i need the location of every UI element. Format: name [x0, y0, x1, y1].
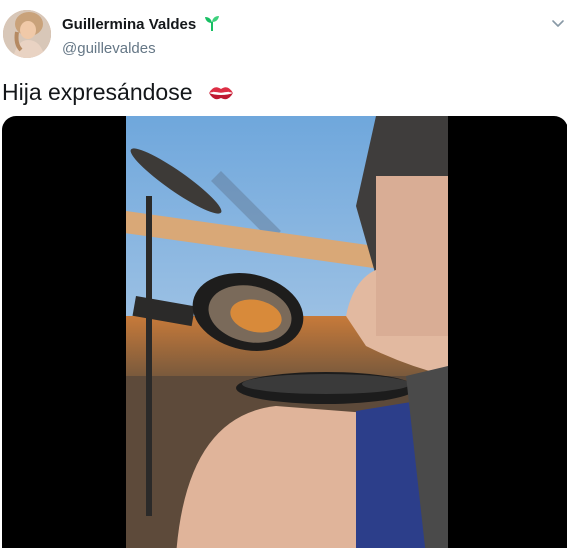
tweet-text: Hija expresándose: [2, 78, 235, 110]
video-frame: [122, 116, 448, 548]
tweet-header: Guillermina Valdes @guillevaldes: [0, 0, 567, 70]
chevron-down-icon[interactable]: [551, 16, 565, 30]
tweet-video[interactable]: [2, 116, 567, 548]
tweet-text-content: Hija expresándose: [2, 79, 193, 105]
kiss-mark-icon: [207, 82, 235, 110]
author-handle[interactable]: @guillevaldes: [62, 39, 221, 59]
tweet-card: Guillermina Valdes @guillevaldes Hija ex…: [0, 0, 567, 548]
author-names: Guillermina Valdes @guillevaldes: [62, 14, 221, 59]
author-display-name[interactable]: Guillermina Valdes: [62, 15, 196, 35]
avatar[interactable]: [3, 10, 51, 58]
seedling-icon: [203, 14, 221, 37]
